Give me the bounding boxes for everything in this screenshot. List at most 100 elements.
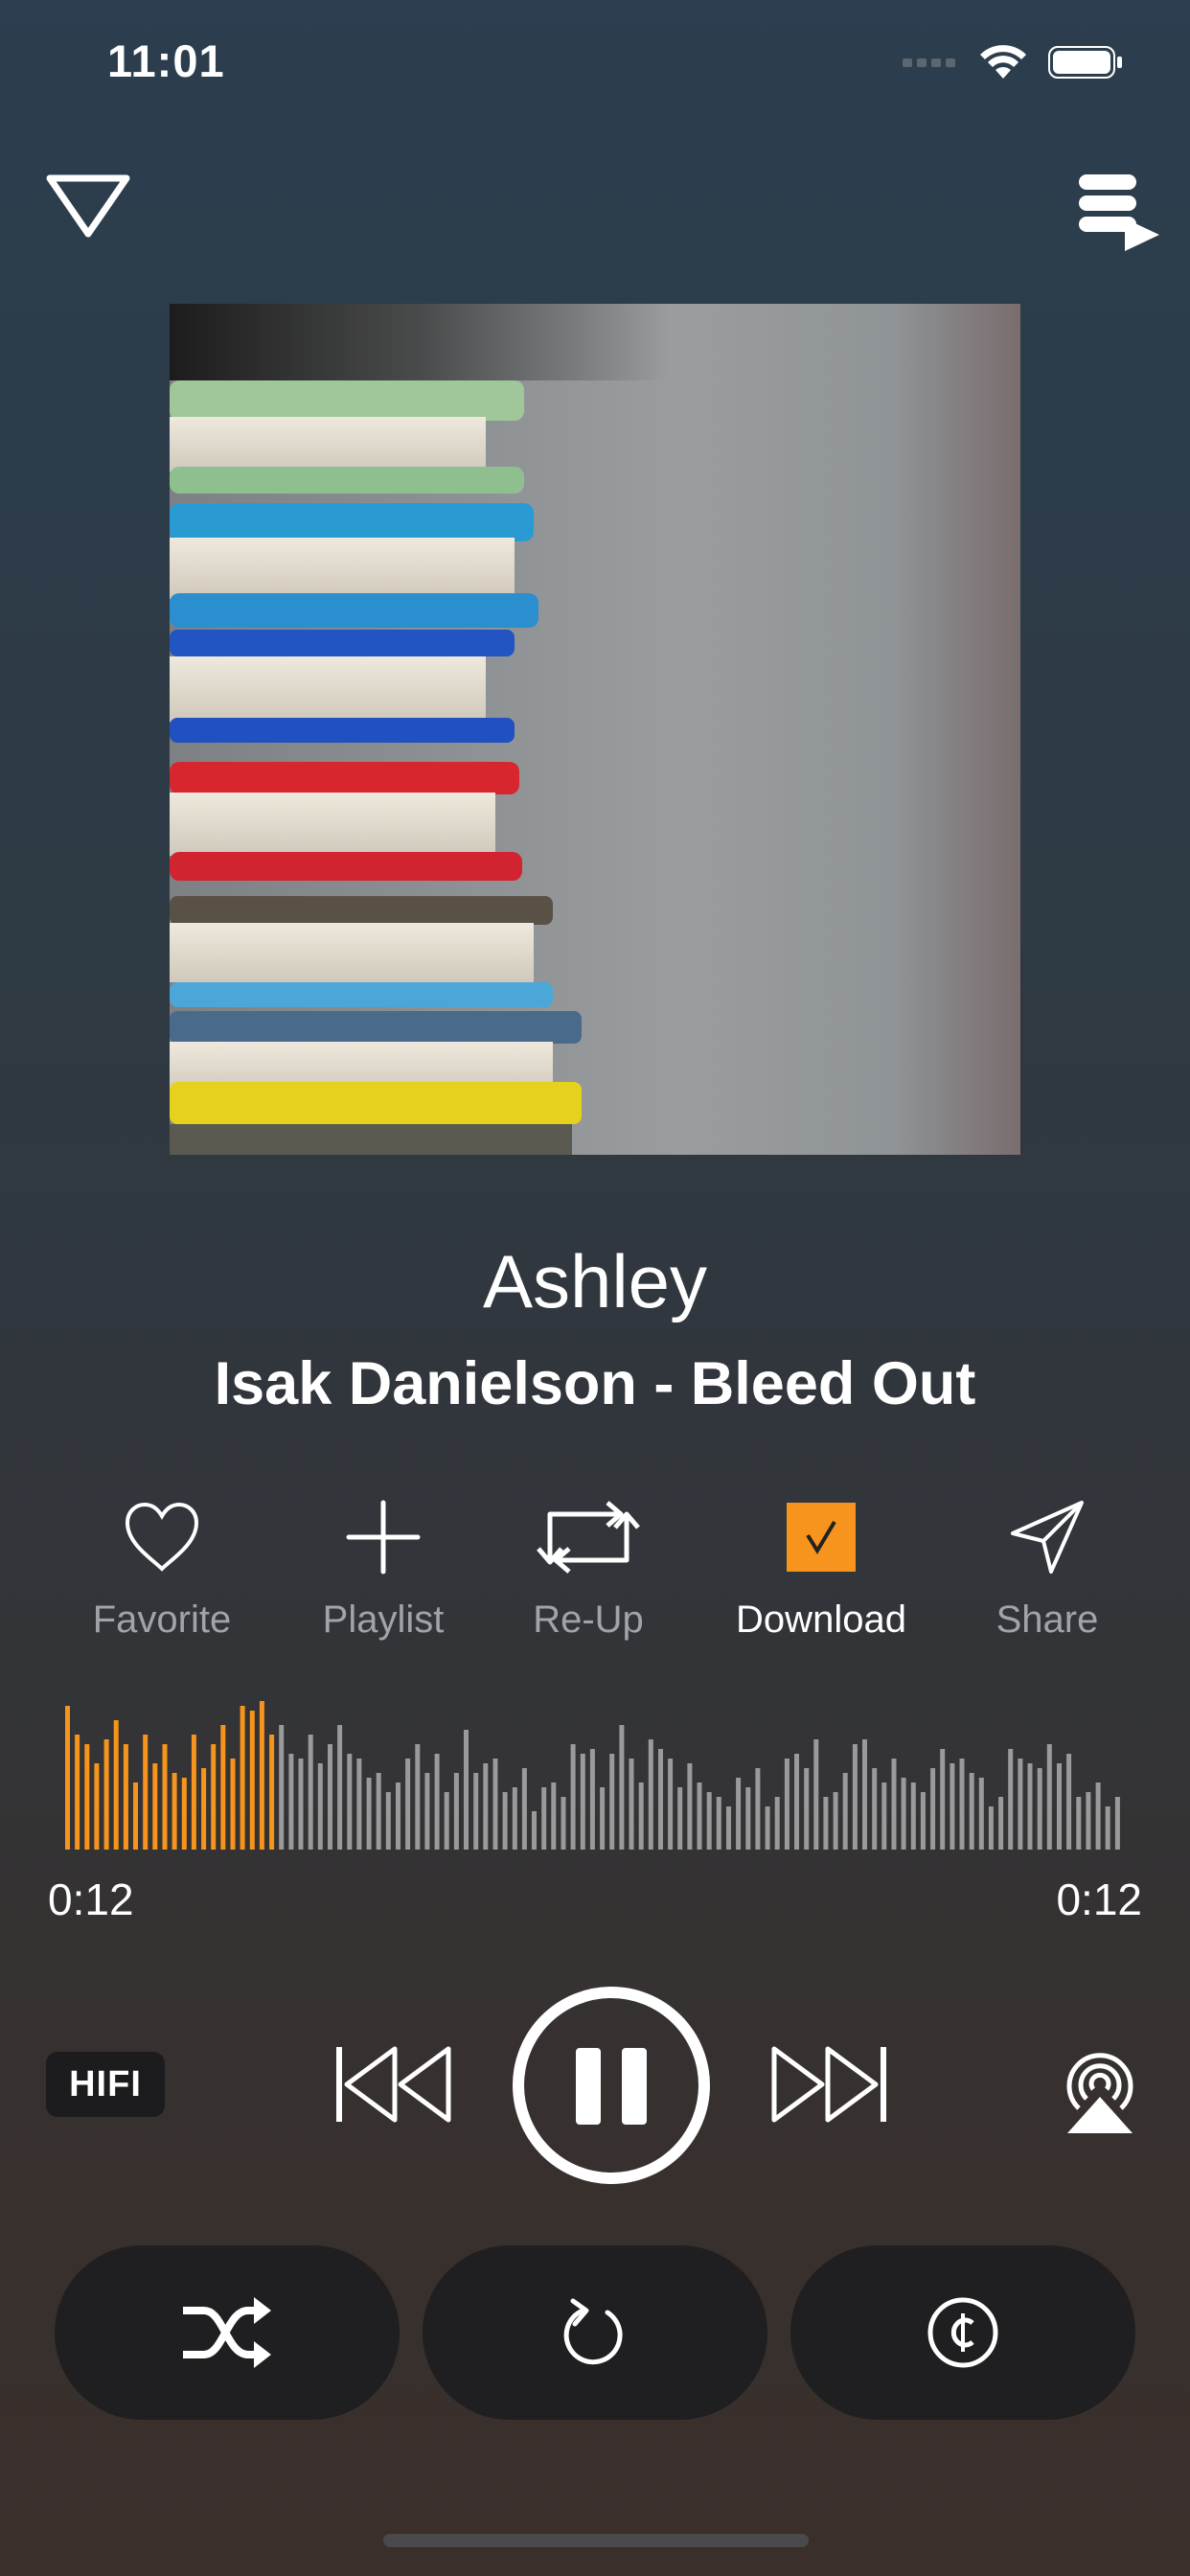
- repeat-icon: [563, 2298, 623, 2365]
- waveform-bar-played: [65, 1706, 70, 1850]
- waveform-bar: [405, 1759, 411, 1850]
- queue-icon: [1079, 174, 1159, 251]
- waveform-bar: [483, 1763, 489, 1850]
- waveform-bar: [697, 1782, 702, 1850]
- waveform-bar-played: [230, 1759, 236, 1850]
- battery-icon: [1048, 46, 1122, 79]
- waveform-bar: [561, 1797, 566, 1850]
- waveform-bar: [930, 1768, 936, 1850]
- waveform-bar-played: [133, 1782, 138, 1850]
- waveform-bar: [988, 1806, 994, 1850]
- waveform-bar: [638, 1782, 644, 1850]
- waveform-bar: [609, 1754, 615, 1850]
- waveform-bar-played: [152, 1763, 158, 1850]
- add-to-playlist-button[interactable]: Playlist: [287, 1495, 479, 1642]
- waveform-bar: [376, 1773, 381, 1850]
- waveform-bar: [1018, 1759, 1023, 1850]
- waveform-bar: [755, 1768, 761, 1850]
- previous-track-button[interactable]: [335, 2041, 456, 2128]
- next-track-button[interactable]: [767, 2041, 887, 2128]
- skip-previous-icon: [336, 2046, 451, 2123]
- waveform-bar-played: [201, 1768, 207, 1850]
- waveform-bar: [1114, 1797, 1120, 1850]
- download-button[interactable]: Download: [725, 1495, 917, 1642]
- waveform-bar: [532, 1811, 537, 1850]
- waveform-bar: [784, 1759, 790, 1850]
- waveform-bar: [356, 1759, 362, 1850]
- waveform-bar: [1008, 1749, 1014, 1850]
- album-artwork: [170, 304, 1020, 1155]
- waveform-bar: [541, 1787, 547, 1850]
- home-indicator: [383, 2534, 809, 2547]
- waveform-bar: [347, 1754, 353, 1850]
- waveform-bar: [434, 1754, 440, 1850]
- waveform-bar: [502, 1792, 508, 1850]
- waveform-bar: [619, 1725, 625, 1850]
- waveform-bar-played: [113, 1720, 119, 1850]
- pause-icon: [513, 1987, 710, 2184]
- waveform-bar: [317, 1763, 323, 1850]
- signal-icon: [903, 58, 955, 67]
- waveform-bar: [337, 1725, 343, 1850]
- cent-coin-icon: [927, 2297, 998, 2368]
- waveform-bar: [1046, 1744, 1052, 1850]
- waveform-bar: [833, 1792, 838, 1850]
- waveform-bar: [852, 1744, 858, 1850]
- waveform-bar-played: [123, 1744, 128, 1850]
- waveform-bar: [366, 1778, 372, 1850]
- queue-button[interactable]: [1075, 171, 1163, 253]
- waveform-bar: [328, 1744, 332, 1850]
- waveform-bar-played: [240, 1706, 245, 1850]
- waveform-scrubber[interactable]: [65, 1696, 1125, 1850]
- waveform-bar: [765, 1806, 770, 1850]
- share-button[interactable]: Share: [951, 1495, 1143, 1642]
- hifi-badge[interactable]: HIFI: [46, 2052, 165, 2117]
- waveform-bar-played: [75, 1735, 80, 1850]
- waveform-bar: [570, 1744, 576, 1850]
- waveform-bar: [1066, 1754, 1072, 1850]
- waveform-bar: [589, 1749, 595, 1850]
- skip-next-icon: [771, 2046, 886, 2123]
- collapse-player-button[interactable]: [44, 172, 132, 240]
- waveform-bar: [600, 1787, 606, 1850]
- tip-button[interactable]: [790, 2245, 1135, 2420]
- pause-button[interactable]: [511, 1985, 712, 2186]
- waveform-bar: [396, 1782, 400, 1850]
- waveform-bar: [1076, 1797, 1082, 1850]
- waveform-bar-played: [84, 1744, 90, 1850]
- heart-icon: [125, 1502, 199, 1572]
- waveform-bar: [444, 1792, 449, 1850]
- waveform-bar: [464, 1730, 469, 1850]
- repeat-button[interactable]: [423, 2245, 767, 2420]
- shuffle-button[interactable]: [55, 2245, 400, 2420]
- waveform-bar: [677, 1787, 683, 1850]
- re-up-button[interactable]: Re-Up: [492, 1495, 684, 1642]
- waveform-bar: [910, 1782, 916, 1850]
- waveform-bar: [745, 1787, 751, 1850]
- waveform-bar-played: [172, 1773, 177, 1850]
- waveform-bar: [901, 1778, 906, 1850]
- airplay-button[interactable]: [1052, 2036, 1148, 2135]
- waveform-bar: [920, 1792, 926, 1850]
- waveform-bar-played: [181, 1778, 187, 1850]
- track-artist-album[interactable]: Isak Danielson - Bleed Out: [0, 1349, 1190, 1418]
- waveform-bar: [1057, 1763, 1062, 1850]
- waveform-bar: [687, 1763, 693, 1850]
- waveform-bar: [1037, 1768, 1042, 1850]
- favorite-button[interactable]: Favorite: [66, 1495, 258, 1642]
- waveform-bar: [668, 1759, 674, 1850]
- waveform-bar-played: [269, 1735, 275, 1850]
- waveform-bar: [308, 1735, 313, 1850]
- waveform-bar: [551, 1782, 557, 1850]
- waveform-bar: [492, 1759, 498, 1850]
- waveform-bar: [862, 1739, 867, 1850]
- waveform-bar: [891, 1759, 897, 1850]
- waveform-bar: [804, 1768, 810, 1850]
- waveform-bar-played: [103, 1739, 109, 1850]
- download-label: Download: [736, 1598, 906, 1641]
- waveform-bar: [385, 1792, 391, 1850]
- waveform-bar: [298, 1759, 304, 1850]
- waveform-bar: [881, 1782, 887, 1850]
- waveform-bar: [658, 1749, 663, 1850]
- waveform-bar-played: [191, 1735, 196, 1850]
